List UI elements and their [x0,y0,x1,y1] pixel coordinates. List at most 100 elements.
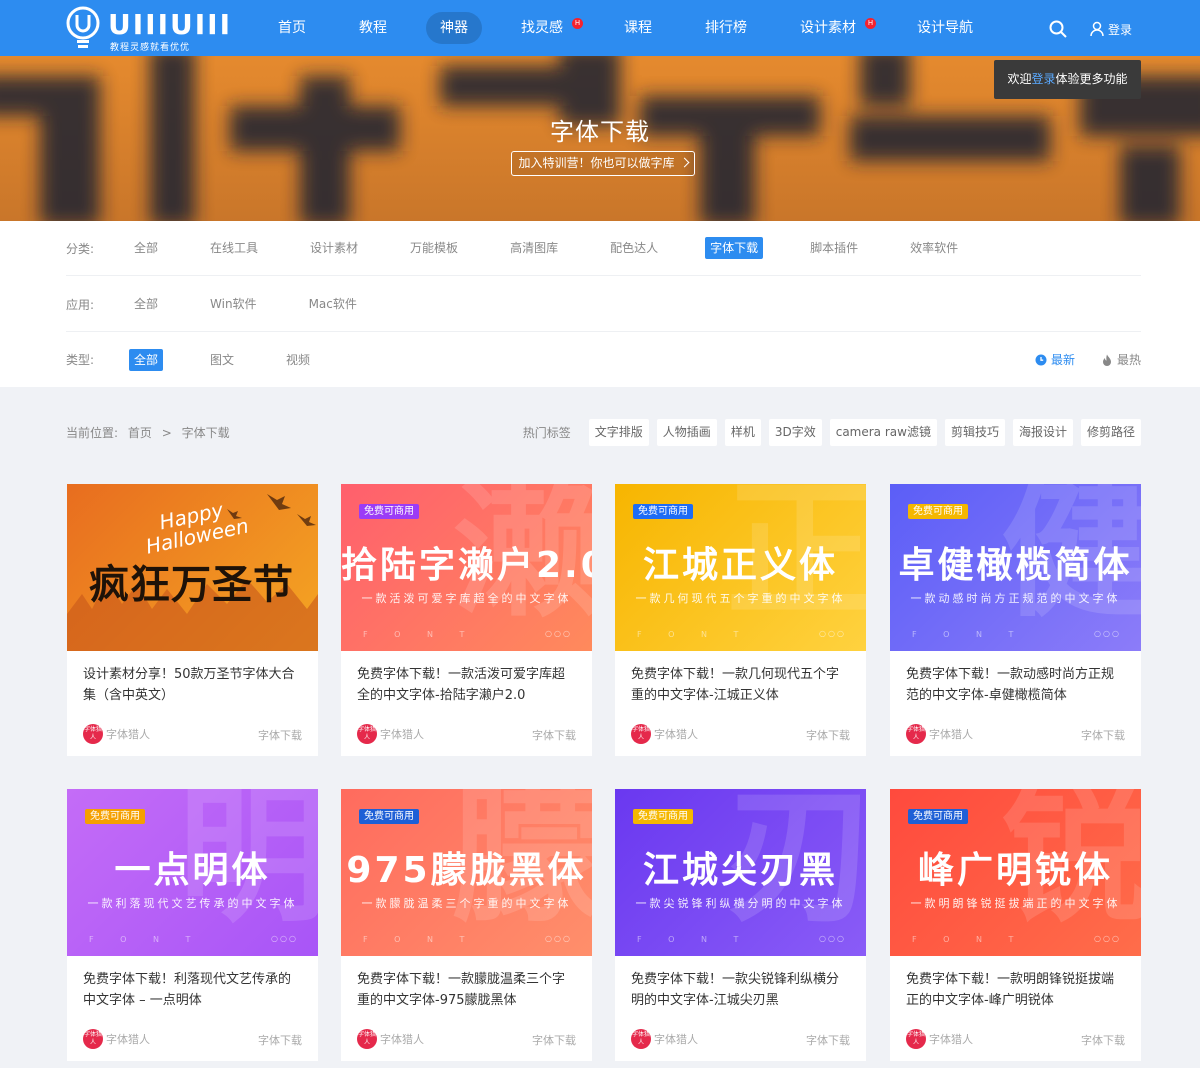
card-thumbnail[interactable]: 明免费可商用 一点明体 一款利落现代文艺传承的中文字体 F O N T ○○○ [67,789,318,956]
resource-card[interactable]: 刃免费可商用 江城尖刃黑 一款尖锐锋利纵横分明的中文字体 F O N T ○○○ 免费字体… [615,789,866,1061]
author-name: 字体猎人 [929,728,973,741]
card-category[interactable]: 字体下载 [1081,727,1125,743]
nav-item[interactable]: 找灵感 H [507,12,585,44]
card-category[interactable]: 字体下载 [806,727,850,743]
nav-item[interactable]: 设计素材 H [786,12,878,44]
resource-card[interactable]: 锐免费可商用 峰广明锐体 一款明朗锋锐挺拔端正的中文字体 F O N T ○○○ 免费字体… [890,789,1141,1061]
card-title[interactable]: 免费字体下载！一款动感时尚方正规范的中文字体-卓健橄榄简体 [906,664,1126,706]
resource-card[interactable]: 明免费可商用 一点明体 一款利落现代文艺传承的中文字体 F O N T ○○○ 免费字体下… [67,789,318,1061]
resource-card[interactable]: 朦免费可商用 975朦胧黑体 一款朦胧温柔三个字重的中文字体 F O N T ○○○ 免费… [341,789,592,1061]
category-filter-option[interactable]: 全部 [129,237,163,259]
sort-hottest-label: 最热 [1116,353,1141,367]
type-filter-row: 类型: 全部 图文 视频 最新 最热 [66,332,1141,387]
card-thumbnail[interactable]: Happy Halloween 疯狂万圣节 [67,484,318,651]
category-filter-option[interactable]: 万能模板 [405,237,463,259]
font-name: 江城尖刃黑 [642,850,838,891]
sort-latest[interactable]: 最新 [1035,351,1075,368]
card-thumbnail[interactable]: 濑免费可商用 拾陆字濑户2.0 一款活泼可爱字库超全的中文字体 F O N T ○○○ [341,484,592,651]
join-training-button[interactable]: 加入特训营！你也可以做字库 [511,151,695,176]
category-filter-option[interactable]: 脚本插件 [805,237,863,259]
font-description: 一款尖锐锋利纵横分明的中文字体 [635,897,846,910]
hot-tags: 热门标签 文字排版 人物插画 样机 3D字效 camera raw滤镜 剪辑技巧 海报设计修… [523,419,1141,446]
card-category[interactable]: 字体下载 [532,1032,576,1048]
breadcrumb-home-link[interactable]: 首页 [128,426,152,440]
welcome-prefix: 欢迎 [1007,72,1032,86]
resource-card[interactable]: 正免费可商用 江城正义体 一款几何现代五个字重的中文字体 F O N T ○○○ 免费字体… [615,484,866,756]
card-author[interactable]: 字体猎人 字体猎人 [357,1029,424,1049]
nav-item[interactable]: 课程 [610,12,666,44]
type-filter-option[interactable]: 全部 [129,348,164,371]
card-category[interactable]: 字体下载 [258,727,302,743]
free-commercial-badge: 免费可商用 [633,504,693,519]
card-author[interactable]: 字体猎人 字体猎人 [357,724,424,744]
card-thumbnail[interactable]: 朦免费可商用 975朦胧黑体 一款朦胧温柔三个字重的中文字体 F O N T ○○○ [341,789,592,956]
card-category[interactable]: 字体下载 [258,1032,302,1048]
card-title[interactable]: 免费字体下载！一款明朗锋锐挺拔端正的中文字体-峰广明锐体 [906,969,1126,1011]
app-filter-option[interactable]: 全部 [129,293,163,315]
app-filter-option[interactable]: Win软件 [205,293,262,315]
card-author[interactable]: 字体猎人 字体猎人 [631,1029,698,1049]
card-category[interactable]: 字体下载 [532,727,576,743]
card-category[interactable]: 字体下载 [1081,1032,1125,1048]
type-filter-option[interactable]: 视频 [281,349,315,371]
hot-tag[interactable]: 3D字效 [768,419,822,446]
nav-item[interactable]: 神器 [426,12,482,44]
card-author[interactable]: 字体猎人 字体猎人 [631,724,698,744]
login-button[interactable]: 登录 [1090,18,1132,40]
hot-tag[interactable]: 海报设计 [1012,419,1073,446]
sort-hottest[interactable]: 最热 [1101,351,1141,368]
fire-icon [1102,354,1111,366]
resource-card[interactable]: 健免费可商用 卓健橄榄简体 一款动感时尚方正规范的中文字体 F O N T ○○○ 免费字… [890,484,1141,756]
card-title[interactable]: 免费字体下载！一款活泼可爱字库超全的中文字体-拾陆字濑户2.0 [357,664,577,706]
card-author[interactable]: 字体猎人 字体猎人 [906,1029,973,1049]
author-avatar: 字体猎人 [357,724,377,744]
category-filter-option[interactable]: 字体下载 [705,237,764,259]
hot-tag[interactable]: 修剪路径 [1080,419,1141,446]
search-icon[interactable] [1048,19,1068,39]
card-author[interactable]: 字体猎人 字体猎人 [906,724,973,744]
app-filter-option[interactable]: Mac软件 [304,293,362,315]
card-title[interactable]: 免费字体下载！一款朦胧温柔三个字重的中文字体-975朦胧黑体 [357,969,577,1011]
category-filter-option[interactable]: 效率软件 [905,237,963,259]
card-thumbnail[interactable]: 健免费可商用 卓健橄榄简体 一款动感时尚方正规范的中文字体 F O N T ○○○ [890,484,1141,651]
nav-item[interactable]: 设计导航 [903,12,987,44]
author-avatar: 字体猎人 [906,1029,926,1049]
card-title[interactable]: 免费字体下载！一款几何现代五个字重的中文字体-江城正义体 [631,664,851,706]
hot-tag[interactable]: 剪辑技巧 [944,419,1005,446]
hot-tag[interactable]: 人物插画 [656,419,717,446]
author-name: 字体猎人 [380,728,424,741]
hot-tag[interactable]: 样机 [724,419,761,446]
hot-tag[interactable]: 文字排版 [588,419,649,446]
font-description: 一款明朗锋锐挺拔端正的中文字体 [910,897,1121,910]
nav-item[interactable]: 排行榜 [691,12,761,44]
card-author[interactable]: 字体猎人 字体猎人 [83,724,150,744]
font-caption: F O N T [637,935,751,944]
card-thumbnail[interactable]: 锐免费可商用 峰广明锐体 一款明朗锋锐挺拔端正的中文字体 F O N T ○○○ [890,789,1141,956]
font-caption: F O N T [363,935,477,944]
category-filter-option[interactable]: 在线工具 [205,237,263,259]
card-title[interactable]: 设计素材分享！50款万圣节字体大合集（含中英文） [83,664,303,706]
nav-item[interactable]: 教程 [345,12,401,44]
category-filter-option[interactable]: 高清图库 [505,237,563,259]
card-title[interactable]: 免费字体下载！利落现代文艺传承的中文字体 – 一点明体 [83,969,303,1011]
welcome-login-link[interactable]: 登录 [1031,72,1055,86]
nav-item[interactable]: 首页 [264,12,320,44]
card-thumbnail[interactable]: 正免费可商用 江城正义体 一款几何现代五个字重的中文字体 F O N T ○○○ [615,484,866,651]
category-filter-option[interactable]: 配色达人 [605,237,663,259]
site-logo[interactable]: UIIIUIII 教程灵感就看优优 [66,6,230,53]
nav-item-label: 首页 [278,20,306,36]
type-filter-option[interactable]: 图文 [205,349,239,371]
card-author[interactable]: 字体猎人 字体猎人 [83,1029,150,1049]
card-title[interactable]: 免费字体下载！一款尖锐锋利纵横分明的中文字体-江城尖刃黑 [631,969,851,1011]
resource-card[interactable]: 濑免费可商用 拾陆字濑户2.0 一款活泼可爱字库超全的中文字体 F O N T ○○○ 免… [341,484,592,756]
card-thumbnail[interactable]: 刃免费可商用 江城尖刃黑 一款尖锐锋利纵横分明的中文字体 F O N T ○○○ [615,789,866,956]
logo-slogan: 教程灵感就看优优 [110,43,191,53]
hot-tag[interactable]: camera raw滤镜 [829,419,937,446]
card-category[interactable]: 字体下载 [806,1032,850,1048]
resource-card[interactable]: Happy Halloween 疯狂万圣节设计素材分享！50款万圣节字体大合集（含中… [67,484,318,756]
free-commercial-badge: 免费可商用 [85,809,145,824]
free-commercial-badge: 免费可商用 [359,504,419,519]
category-filter-option[interactable]: 设计素材 [305,237,363,259]
breadcrumb-label: 当前位置: [66,426,119,440]
app-filter-label: 应用: [66,297,95,312]
